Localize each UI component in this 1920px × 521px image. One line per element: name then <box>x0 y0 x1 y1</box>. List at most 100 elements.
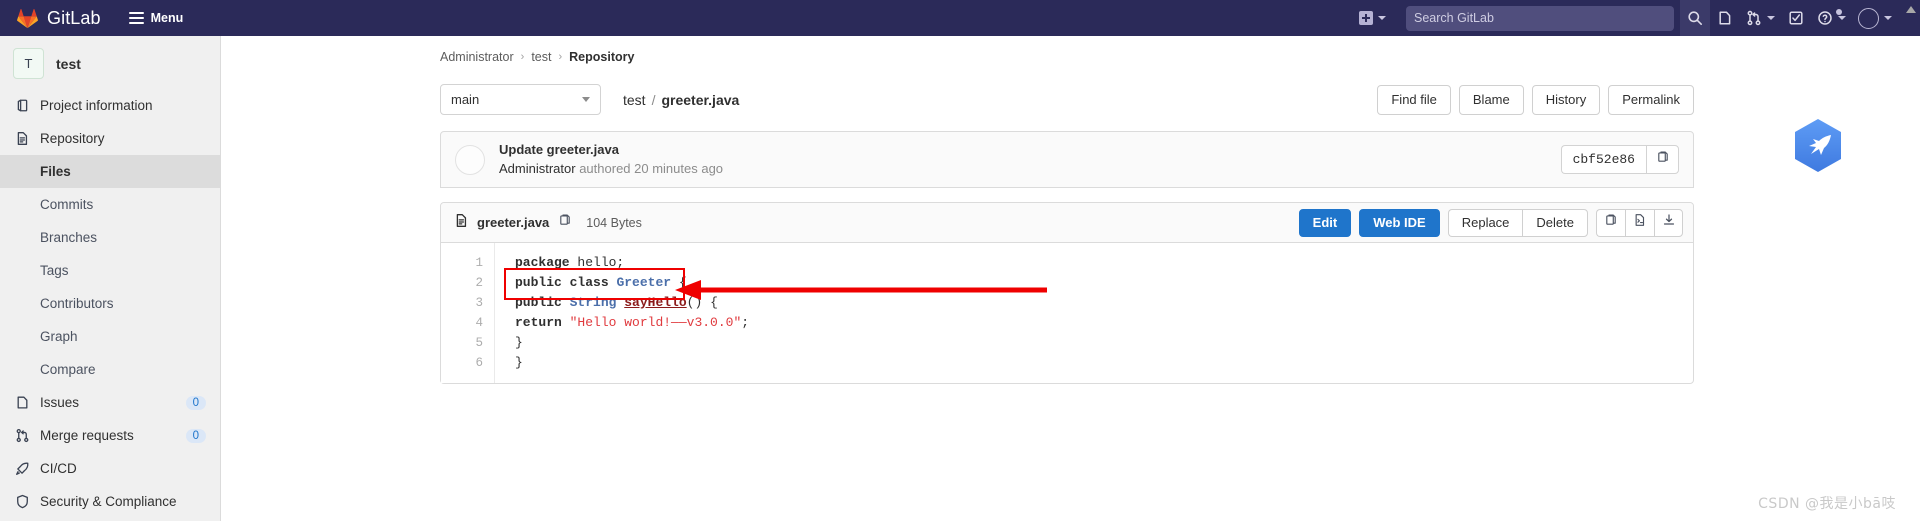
edit-button[interactable]: Edit <box>1298 208 1352 237</box>
scrollbar-up-arrow-icon[interactable] <box>1904 2 1918 16</box>
permalink-button[interactable]: Permalink <box>1608 84 1694 115</box>
main-menu-button[interactable]: Menu <box>123 7 190 29</box>
sidebar-label: Repository <box>40 131 105 146</box>
issues-button[interactable] <box>1710 0 1740 36</box>
user-menu-button[interactable] <box>1852 0 1898 36</box>
code-token: Greeter <box>616 275 672 290</box>
code-line: } <box>515 353 1693 373</box>
copy-icon <box>1656 150 1670 169</box>
code-token: "Hello world!——v3.0.0" <box>569 315 742 330</box>
sidebar-label: Branches <box>40 230 98 245</box>
merge-requests-button[interactable] <box>1740 0 1781 36</box>
commit-message[interactable]: Update greeter.java <box>499 141 723 160</box>
sidebar-item-repository[interactable]: Repository <box>0 122 220 155</box>
help-button[interactable] <box>1811 0 1852 36</box>
gitlab-tanuki-icon <box>17 8 38 29</box>
commit-sha-group: cbf52e86 <box>1560 145 1679 174</box>
watermark: CSDN @我是小bā吱 <box>1758 496 1896 512</box>
plus-square-icon <box>1359 11 1373 25</box>
replace-button[interactable]: Replace <box>1447 208 1523 237</box>
line-number[interactable]: 3 <box>441 293 494 313</box>
search-input[interactable]: Search GitLab <box>1406 5 1674 31</box>
breadcrumb-current-repository: Repository <box>569 50 635 64</box>
line-number[interactable]: 5 <box>441 333 494 353</box>
breadcrumb-item-test[interactable]: test <box>531 50 551 64</box>
information-icon <box>14 98 30 114</box>
commit-author-name[interactable]: Administrator <box>499 161 576 176</box>
commit-info: Update greeter.java Administrator author… <box>499 141 723 179</box>
code-token: public class <box>515 275 609 290</box>
breadcrumb: Administrator › test › Repository <box>440 50 1694 84</box>
copy-file-path-button[interactable] <box>558 213 572 232</box>
code-token: { <box>671 275 687 290</box>
copy-file-contents-button[interactable] <box>1596 208 1625 237</box>
sidebar-item-merge-requests[interactable]: Merge requests 0 <box>0 419 220 452</box>
path-root-test[interactable]: test <box>623 92 646 108</box>
open-raw-button[interactable] <box>1625 208 1654 237</box>
merge-requests-icon <box>1746 10 1762 26</box>
rocket-icon <box>14 461 30 477</box>
commit-meta: Administrator authored 20 minutes ago <box>499 160 723 179</box>
project-sidebar: T test Project information Repository Fi… <box>0 36 221 521</box>
code-token: hello; <box>569 255 625 270</box>
code-viewer: 1 2 3 4 5 6 package hello; public class G… <box>441 243 1693 383</box>
web-ide-button[interactable]: Web IDE <box>1359 208 1440 237</box>
merge-requests-count-badge: 0 <box>185 428 206 443</box>
sidebar-label: Merge requests <box>40 428 134 443</box>
sidebar-item-compare[interactable]: Compare <box>0 353 220 386</box>
gitlab-brand[interactable]: GitLab <box>0 8 101 29</box>
download-button[interactable] <box>1654 208 1683 237</box>
file-size-label: 104 Bytes <box>586 215 642 230</box>
line-number[interactable]: 1 <box>441 253 494 273</box>
line-number[interactable]: 4 <box>441 313 494 333</box>
line-number[interactable]: 2 <box>441 273 494 293</box>
line-number[interactable]: 6 <box>441 353 494 373</box>
download-icon <box>1662 213 1676 232</box>
delete-button[interactable]: Delete <box>1522 208 1588 237</box>
sidebar-label: Commits <box>40 197 94 212</box>
sidebar-label: Compare <box>40 362 96 377</box>
sidebar-item-issues[interactable]: Issues 0 <box>0 386 220 419</box>
code-token: package <box>515 255 570 270</box>
sidebar-item-project-information[interactable]: Project information <box>0 89 220 122</box>
floating-app-logo[interactable] <box>1790 116 1846 181</box>
code-content[interactable]: package hello; public class Greeter {publ… <box>495 243 1693 383</box>
sidebar-item-tags[interactable]: Tags <box>0 254 220 287</box>
branch-selector[interactable]: main <box>440 84 601 115</box>
search-placeholder: Search GitLab <box>1414 11 1494 25</box>
sidebar-item-security-compliance[interactable]: Security & Compliance <box>0 485 220 518</box>
sidebar-item-cicd[interactable]: CI/CD <box>0 452 220 485</box>
last-commit-box: Update greeter.java Administrator author… <box>440 131 1694 188</box>
find-file-button[interactable]: Find file <box>1377 84 1451 115</box>
sidebar-label: CI/CD <box>40 461 77 476</box>
line-number-gutter: 1 2 3 4 5 6 <box>441 243 495 383</box>
todos-button[interactable] <box>1781 0 1811 36</box>
path-current-file: greeter.java <box>661 91 740 108</box>
breadcrumb-item-administrator[interactable]: Administrator <box>440 50 514 64</box>
copy-commit-sha-button[interactable] <box>1646 145 1679 174</box>
search-submit-button[interactable] <box>1680 0 1710 36</box>
file-viewer-filename: greeter.java <box>477 215 550 230</box>
sidebar-project-header[interactable]: T test <box>0 44 220 89</box>
project-name: test <box>56 55 81 72</box>
navbar-right-section: Search GitLab <box>1353 0 1920 36</box>
sidebar-item-commits[interactable]: Commits <box>0 188 220 221</box>
code-token: () { <box>686 295 718 310</box>
create-new-button[interactable] <box>1353 0 1392 36</box>
commit-sha[interactable]: cbf52e86 <box>1560 145 1646 174</box>
history-button[interactable]: History <box>1531 84 1601 115</box>
sidebar-item-contributors[interactable]: Contributors <box>0 287 220 320</box>
project-avatar: T <box>13 48 44 79</box>
chevron-down-icon <box>582 97 590 102</box>
sidebar-label: Tags <box>40 263 69 278</box>
code-token: ; <box>741 315 750 330</box>
issues-icon <box>14 395 30 411</box>
sidebar-item-branches[interactable]: Branches <box>0 221 220 254</box>
code-line: } <box>515 333 1693 353</box>
blame-button[interactable]: Blame <box>1458 84 1524 115</box>
sidebar-item-graph[interactable]: Graph <box>0 320 220 353</box>
gitlab-wordmark: GitLab <box>47 8 101 28</box>
sidebar-item-files[interactable]: Files <box>0 155 220 188</box>
